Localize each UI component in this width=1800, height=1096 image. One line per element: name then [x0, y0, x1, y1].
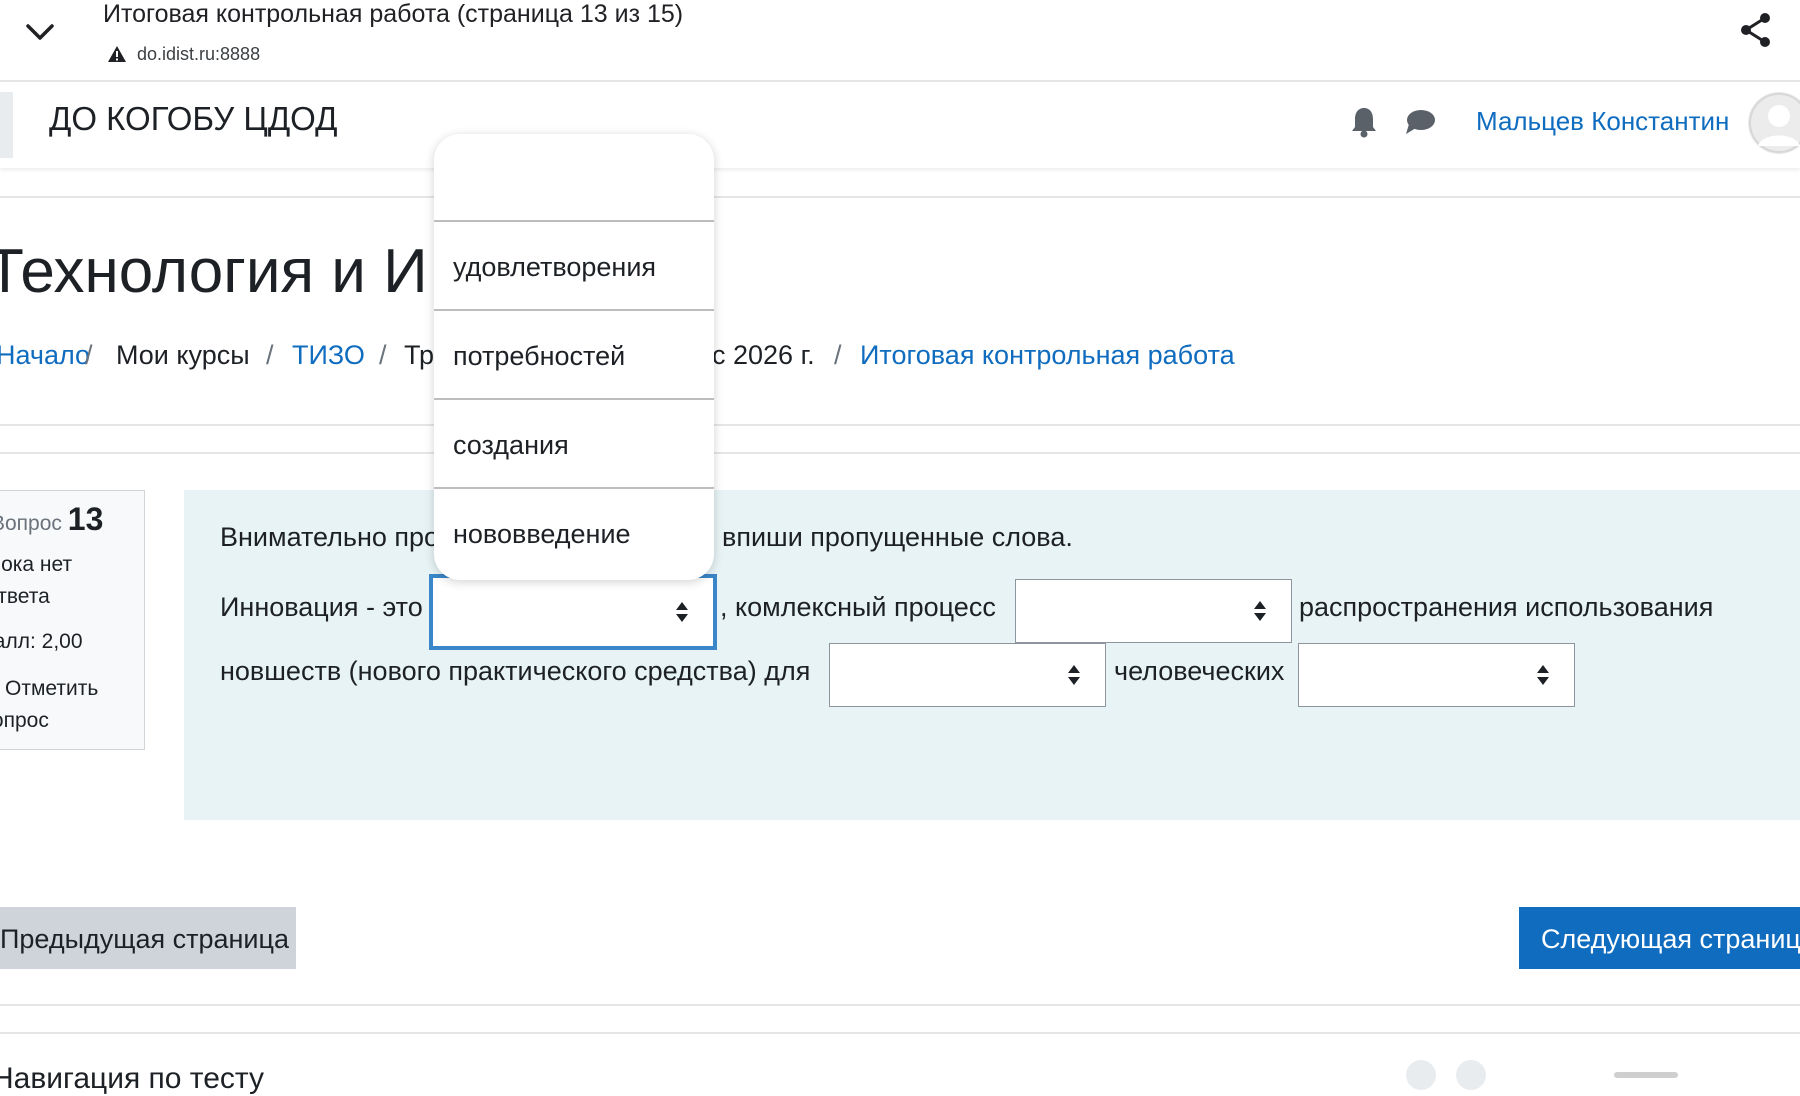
drawer-toggle[interactable] — [0, 92, 13, 158]
browser-top-bar: Итоговая контрольная работа (страница 13… — [0, 0, 1800, 82]
question-text-part4: новшеств (нового практического средства)… — [220, 656, 811, 686]
question-info-box: Вопрос 13 Пока нет ответа Балл: 2,00 Отм… — [0, 490, 145, 750]
chevron-down-icon[interactable] — [22, 14, 58, 50]
quiz-nav-collapse-icon[interactable] — [1456, 1060, 1486, 1090]
dropdown-option[interactable]: удовлетворения — [434, 223, 714, 311]
next-page-button[interactable]: Следующая страница — [1519, 907, 1800, 969]
flag-question-link[interactable]: Отметить — [5, 677, 98, 701]
user-avatar-icon — [1749, 93, 1800, 153]
user-name-link[interactable]: Мальцев Константин — [1476, 106, 1729, 137]
question-instruction-start: Внимательно про — [220, 522, 440, 552]
select-arrows-icon — [1068, 665, 1080, 685]
question-grade: Балл: 2,00 — [0, 630, 83, 653]
question-number-row: Вопрос 13 — [0, 501, 103, 538]
breadcrumb-separator: / — [834, 340, 842, 370]
breadcrumb-separator: / — [85, 340, 93, 370]
breadcrumb-separator: / — [379, 340, 387, 370]
breadcrumb-separator: / — [266, 340, 274, 370]
blank-select-3[interactable] — [829, 643, 1106, 707]
dropdown-option-empty[interactable] — [434, 134, 714, 222]
share-icon[interactable] — [1736, 10, 1776, 50]
avatar[interactable] — [1748, 92, 1800, 154]
dropdown-option[interactable]: нововведение — [434, 490, 714, 578]
breadcrumb-section-tail[interactable]: с 2026 г. — [712, 340, 815, 371]
question-status-cont: ответа — [0, 585, 50, 608]
breadcrumb-my-courses[interactable]: Мои курсы — [116, 340, 250, 371]
question-text-part5: человеческих — [1114, 656, 1285, 686]
question-number: 13 — [67, 501, 104, 537]
question-content: Внимательно про впиши пропущенные слова.… — [184, 490, 1800, 820]
flag-question-link-cont[interactable]: вопрос — [0, 709, 49, 733]
question-text-part3: распространения использования — [1299, 592, 1714, 622]
content-divider — [0, 424, 1800, 426]
footer-divider — [0, 1004, 1800, 1006]
page-title: Технология и И — [0, 237, 428, 306]
blank-select-2[interactable] — [1015, 579, 1292, 643]
chat-icon[interactable] — [1404, 108, 1436, 136]
question-label: Вопрос — [0, 512, 62, 535]
select-arrows-icon — [1537, 665, 1549, 685]
footer-divider — [0, 1032, 1800, 1034]
site-navbar: ДО КОГОБУ ЦДОД Мальцев Константин — [0, 82, 1800, 168]
breadcrumb-quiz[interactable]: Итоговая контрольная работа — [860, 340, 1235, 371]
breadcrumb-home[interactable]: Начало — [0, 340, 90, 371]
question-text-part2: , комлексный процесс — [720, 592, 996, 622]
browser-url-row[interactable]: do.idist.ru:8888 — [107, 42, 260, 66]
question-status: Пока нет — [0, 553, 73, 576]
quiz-nav-dock-icon[interactable] — [1406, 1060, 1436, 1090]
question-instruction-end: впиши пропущенные слова. — [722, 522, 1073, 552]
browser-tab-title: Итоговая контрольная работа (страница 13… — [103, 0, 684, 28]
select-dropdown-popup: удовлетворения потребностей создания нов… — [434, 134, 714, 580]
breadcrumb-section[interactable]: Тр — [404, 340, 434, 371]
question-text-part1: Инновация - это — [220, 592, 423, 622]
content-divider — [0, 452, 1800, 454]
breadcrumb-course[interactable]: ТИЗО — [292, 340, 365, 371]
dropdown-option[interactable]: потребностей — [434, 312, 714, 400]
select-arrows-icon — [676, 602, 688, 622]
scroll-handle[interactable] — [1614, 1072, 1678, 1078]
quiz-navigation-title: Навигация по тесту — [0, 1062, 264, 1095]
bell-icon[interactable] — [1350, 106, 1378, 138]
blank-select-1[interactable] — [429, 574, 717, 650]
select-arrows-icon — [1254, 601, 1266, 621]
blank-select-4[interactable] — [1298, 643, 1575, 707]
header-divider — [0, 196, 1800, 198]
previous-page-button[interactable]: Предыдущая страница — [0, 907, 296, 969]
warning-icon — [108, 46, 126, 62]
browser-url: do.idist.ru:8888 — [137, 43, 261, 64]
site-name[interactable]: ДО КОГОБУ ЦДОД — [49, 100, 337, 138]
dropdown-option[interactable]: создания — [434, 401, 714, 489]
